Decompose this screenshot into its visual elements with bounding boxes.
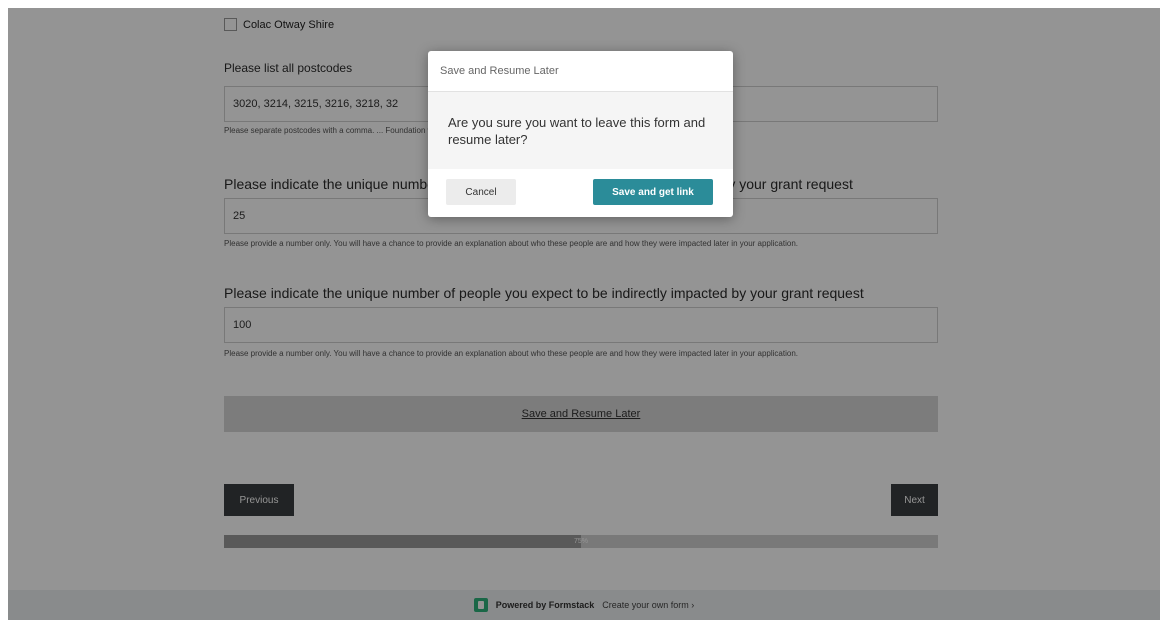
save-and-get-link-button[interactable]: Save and get link <box>593 179 713 205</box>
modal-title: Save and Resume Later <box>428 51 733 92</box>
modal-actions: Cancel Save and get link <box>428 169 733 217</box>
modal-message: Are you sure you want to leave this form… <box>428 92 733 169</box>
save-resume-modal: Save and Resume Later Are you sure you w… <box>428 51 733 217</box>
cancel-button[interactable]: Cancel <box>446 179 516 205</box>
